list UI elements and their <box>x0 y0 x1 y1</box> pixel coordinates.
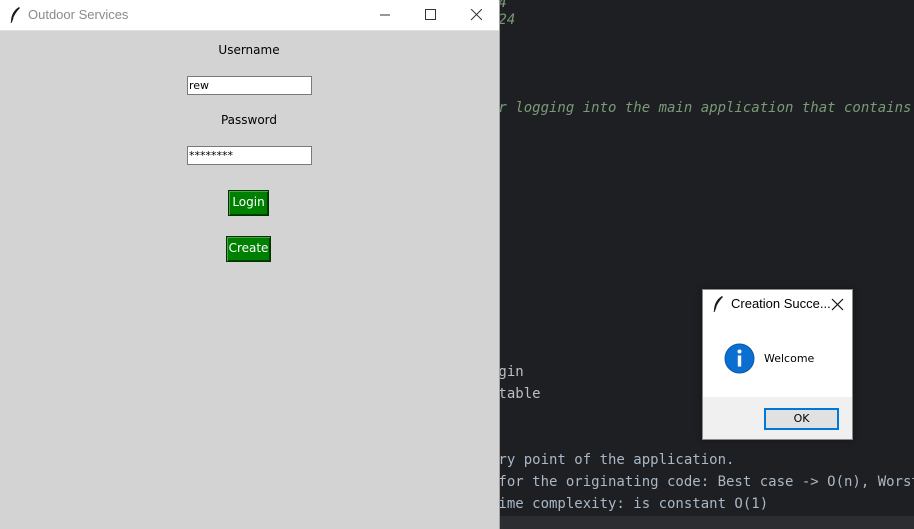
minimize-icon <box>380 14 390 16</box>
dialog-message: Welcome <box>764 352 815 365</box>
editor-status-strip <box>490 516 914 529</box>
code-line: or logging into the main application tha… <box>490 100 914 116</box>
code-line: time complexity: is constant O(1) <box>490 496 769 512</box>
dialog-footer: OK <box>703 397 852 439</box>
dialog-title: Creation Succe... <box>731 296 831 311</box>
ok-button[interactable]: OK <box>764 408 839 430</box>
window-titlebar[interactable]: Outdoor Services <box>0 0 499 31</box>
message-dialog: Creation Succe... Welcome OK <box>702 289 853 440</box>
window-title: Outdoor Services <box>28 7 129 22</box>
maximize-button[interactable] <box>407 0 453 30</box>
create-button[interactable]: Create <box>226 236 271 262</box>
close-icon <box>831 298 844 311</box>
login-button[interactable]: Login <box>228 190 269 216</box>
main-window: Outdoor Services Username Password Login… <box>0 0 500 529</box>
username-label: Username <box>218 43 280 57</box>
dialog-titlebar[interactable]: Creation Succe... <box>703 290 852 318</box>
info-icon <box>724 343 755 374</box>
password-input[interactable] <box>187 146 312 165</box>
feather-icon <box>713 296 723 313</box>
maximize-icon <box>425 9 436 20</box>
close-button[interactable] <box>453 0 499 30</box>
minimize-button[interactable] <box>362 0 408 30</box>
dialog-close-button[interactable] <box>827 294 847 314</box>
password-label: Password <box>220 113 278 127</box>
code-line: for the originating code: Best case -> O… <box>490 474 914 490</box>
username-input[interactable] <box>187 76 312 95</box>
close-icon <box>470 9 482 21</box>
code-line: try point of the application. <box>490 452 735 468</box>
feather-icon <box>10 7 20 24</box>
